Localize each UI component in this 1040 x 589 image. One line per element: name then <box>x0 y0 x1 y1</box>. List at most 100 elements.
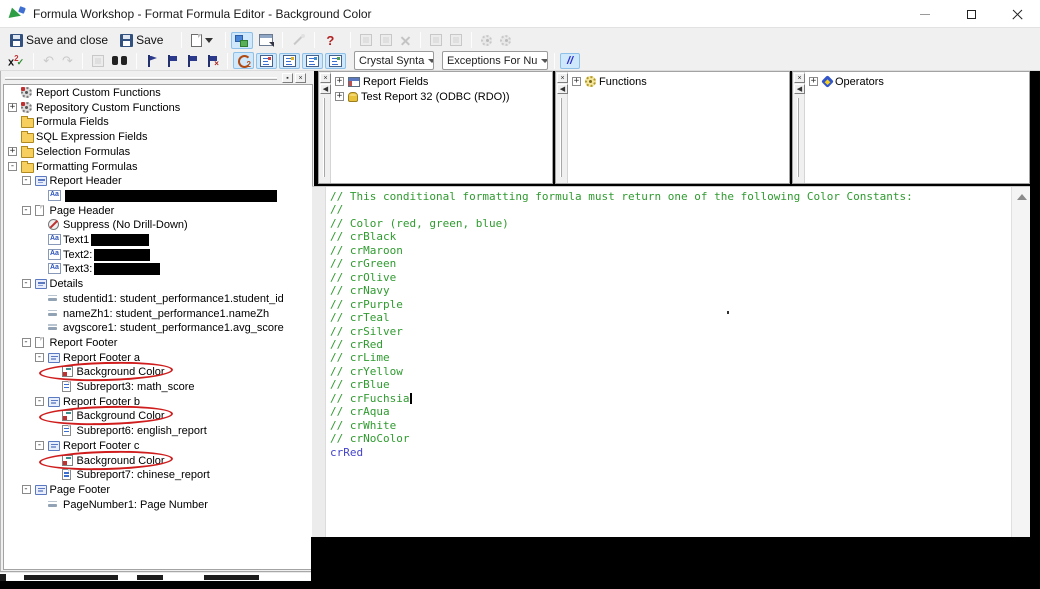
collapse-box-icon[interactable]: - <box>21 279 31 289</box>
toggle-properties-button[interactable] <box>255 32 277 48</box>
expand-box-icon[interactable]: + <box>335 92 344 101</box>
folder-icon <box>21 145 34 158</box>
panel-scroll-track[interactable] <box>797 98 799 177</box>
report-fields-tree[interactable]: + Report Fields + Test Report 32 (ODBC (RDO… <box>332 74 550 181</box>
tree-item[interactable]: + Functions <box>569 74 787 89</box>
tree-item[interactable]: Text1 <box>4 233 312 247</box>
collapse-box-icon[interactable]: - <box>35 352 44 362</box>
save-and-close-button[interactable]: Save and close <box>6 31 112 49</box>
find-button[interactable] <box>108 53 131 68</box>
collapse-box-icon[interactable]: - <box>21 484 31 494</box>
formula-line: // crBlack <box>330 230 397 244</box>
panel-drag-grip[interactable] <box>5 77 277 80</box>
tree-item[interactable]: - Details <box>4 277 312 291</box>
panel-scroll-track[interactable] <box>560 98 562 177</box>
expand-box-icon[interactable]: + <box>8 146 17 156</box>
tree-item[interactable]: nameZh1: student_performance1.nameZh <box>4 307 312 321</box>
tree-item[interactable]: + Test Report 32 (ODBC (RDO)) <box>332 89 550 104</box>
toggle-operators-tree-button[interactable] <box>301 52 323 69</box>
tree-item[interactable]: Report Custom Functions <box>4 86 312 100</box>
minimize-button[interactable] <box>902 0 948 28</box>
formula-text-area[interactable]: // This conditional formatting formula m… <box>330 190 1006 537</box>
tree-item-label: Suppress (No Drill-Down) <box>63 219 188 232</box>
panel-collapse-button[interactable]: ◀ <box>794 84 805 94</box>
tree-item[interactable]: Background Color <box>4 360 312 384</box>
collapse-box-icon[interactable]: - <box>21 176 31 186</box>
tree-item[interactable]: Background Color <box>4 404 312 428</box>
expand-box-icon[interactable]: + <box>809 77 818 86</box>
tree-item[interactable]: studentid1: student_performance1.student… <box>4 292 312 306</box>
toggle-bookmark-button[interactable] <box>142 53 162 69</box>
tree-item[interactable]: - Report Footer b <box>4 395 312 409</box>
tree-item[interactable]: + Repository Custom Functions <box>4 101 312 115</box>
save-button[interactable]: Save <box>116 31 167 49</box>
tree-item[interactable]: Suppress (No Drill-Down) <box>4 218 312 232</box>
comment-button[interactable]: // <box>559 52 581 69</box>
sort-trees-button[interactable] <box>232 52 254 69</box>
expand-box-icon[interactable]: + <box>8 102 17 112</box>
tree-item[interactable]: - Formatting Formulas <box>4 160 312 174</box>
redaction-box <box>65 189 277 202</box>
tree-item[interactable]: - Report Footer a <box>4 351 312 365</box>
check-syntax-button[interactable]: x2✓ <box>4 50 28 72</box>
panel-collapse-button[interactable]: ◀ <box>557 84 568 94</box>
tree-item[interactable]: Background Color <box>4 448 312 472</box>
formula-line: // Color (red, green, blue) <box>330 216 509 230</box>
panel-close-button[interactable]: × <box>557 73 568 83</box>
syntax-selector[interactable]: Crystal Synta <box>353 51 434 70</box>
collapse-box-icon[interactable]: - <box>35 396 44 406</box>
editor-scrollbar[interactable] <box>1011 187 1030 537</box>
tree-item[interactable]: Subreport3: math_score <box>4 380 312 394</box>
collapse-box-icon[interactable]: - <box>21 205 31 215</box>
tree-item[interactable]: - Page Footer <box>4 483 312 497</box>
tree-item[interactable]: PageNumber1: Page Number <box>4 498 312 512</box>
tree-item[interactable]: Text3: <box>4 262 312 276</box>
operators-tree[interactable]: + Operators <box>806 74 1027 181</box>
tree-item[interactable]: Subreport6: english_report <box>4 424 312 438</box>
expand-box-icon[interactable]: + <box>572 77 581 86</box>
previous-bookmark-button[interactable] <box>182 53 202 69</box>
panel-collapse-button[interactable]: ◀ <box>320 84 331 94</box>
toggle-workshop-tree-button[interactable] <box>231 31 254 49</box>
scroll-up-icon <box>1017 194 1027 200</box>
tree-item[interactable]: Text2: <box>4 248 312 262</box>
clear-bookmarks-button[interactable]: × <box>202 53 222 69</box>
toggle-all-trees-button[interactable] <box>324 52 346 69</box>
panel-close-button[interactable]: × <box>320 73 331 83</box>
tree-item-label: Operators <box>835 75 884 88</box>
toggle-functions-tree-button[interactable] <box>278 52 300 69</box>
tree-item[interactable]: + Operators <box>806 74 1027 89</box>
add-to-repository-button <box>477 33 496 48</box>
refresh-icon <box>237 54 251 69</box>
toggle-fields-tree-button[interactable] <box>255 52 277 69</box>
tree-item[interactable]: SQL Expression Fields <box>4 130 312 144</box>
tree-item[interactable]: + Report Fields <box>332 74 550 89</box>
functions-tree[interactable]: + Functions <box>569 74 787 181</box>
tree-item[interactable]: + Selection Formulas <box>4 145 312 159</box>
maximize-button[interactable] <box>948 0 994 28</box>
tree-item[interactable]: avgscore1: student_performance1.avg_scor… <box>4 321 312 335</box>
tree-item[interactable]: - Report Header <box>4 174 312 188</box>
collapse-box-icon[interactable]: - <box>35 440 44 450</box>
tree-item[interactable]: - Report Footer <box>4 336 312 350</box>
tree-item[interactable]: - Report Footer c <box>4 439 312 453</box>
help-button[interactable]: ? <box>320 31 340 50</box>
tree-item[interactable] <box>4 189 312 203</box>
tree-item[interactable]: - Page Header <box>4 204 312 218</box>
expand-box-icon[interactable]: + <box>335 77 344 86</box>
close-button[interactable] <box>994 0 1040 28</box>
tree-item[interactable]: Formula Fields <box>4 115 312 129</box>
new-formula-button[interactable] <box>187 32 220 49</box>
chevron-down-icon <box>541 58 547 63</box>
collapse-box-icon[interactable]: - <box>8 161 17 171</box>
workshop-tree[interactable]: Report Custom Functions + Repository Custo… <box>3 84 313 570</box>
next-bookmark-button[interactable] <box>162 53 182 69</box>
panel-close-button[interactable]: × <box>295 73 306 83</box>
exceptions-selector[interactable]: Exceptions For Nu <box>441 51 548 70</box>
panel-undock-button[interactable]: ▪ <box>282 73 293 83</box>
panel-scroll-track[interactable] <box>323 98 325 177</box>
panel-close-button[interactable]: × <box>794 73 805 83</box>
tree-item-label <box>63 189 277 202</box>
tree-item[interactable]: Subreport7: chinese_report <box>4 468 312 482</box>
collapse-box-icon[interactable]: - <box>21 337 31 347</box>
